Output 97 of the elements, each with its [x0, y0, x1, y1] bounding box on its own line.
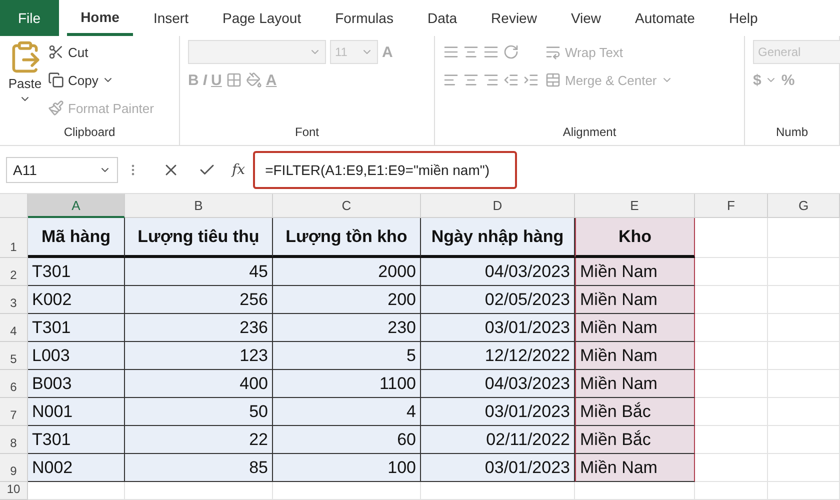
table-cell: 4	[273, 398, 421, 426]
table-cell: 60	[273, 426, 421, 454]
ribbon-tab[interactable]: View	[556, 0, 616, 36]
row-header[interactable]: 4	[0, 314, 28, 342]
table-cell	[768, 286, 840, 314]
column-header[interactable]: F	[695, 194, 768, 218]
table-cell: Miền Nam	[575, 286, 695, 314]
column-header[interactable]: E	[575, 194, 695, 218]
table-cell: 230	[273, 314, 421, 342]
table-cell: 5	[273, 342, 421, 370]
table-cell	[768, 482, 840, 500]
group-label: Alignment	[562, 124, 618, 141]
group-label: Font	[294, 124, 320, 141]
column-header[interactable]: B	[125, 194, 273, 218]
table-cell: Miền Nam	[575, 258, 695, 286]
table-cell: Miền Nam	[575, 370, 695, 398]
table-cell: 04/03/2023	[421, 258, 575, 286]
ribbon-tab[interactable]: Formulas	[321, 0, 408, 36]
table-cell: Lượng tiêu thụ	[125, 218, 273, 258]
table-cell: 85	[125, 454, 273, 482]
table-cell: 03/01/2023	[421, 398, 575, 426]
table-cell: K002	[28, 286, 125, 314]
copy-button[interactable]: Copy	[48, 68, 154, 92]
group-label: Clipboard	[62, 124, 116, 141]
table-cell: 02/05/2023	[421, 286, 575, 314]
ribbon-tab[interactable]: Page Layout	[208, 0, 316, 36]
table-cell: Ngày nhập hàng	[421, 218, 575, 258]
row-header[interactable]: 10	[0, 482, 28, 500]
row-header[interactable]: 9	[0, 454, 28, 482]
table-cell: Miền Bắc	[575, 426, 695, 454]
ribbon-tab[interactable]: Help	[714, 0, 772, 36]
row-header[interactable]: 7	[0, 398, 28, 426]
table-cell: 04/03/2023	[421, 370, 575, 398]
table-cell: 03/01/2023	[421, 454, 575, 482]
cut-button[interactable]: Cut	[48, 40, 154, 64]
table-cell: 1100	[273, 370, 421, 398]
table-cell: 123	[125, 342, 273, 370]
row-header[interactable]: 1	[0, 218, 28, 258]
table-cell: Kho	[575, 218, 695, 258]
table-cell: 256	[125, 286, 273, 314]
table-cell: N001	[28, 398, 125, 426]
ribbon-tab[interactable]: Automate	[621, 0, 709, 36]
table-cell: 200	[273, 286, 421, 314]
table-cell: Miền Nam	[575, 314, 695, 342]
table-cell: N002	[28, 454, 125, 482]
table-cell: 45	[125, 258, 273, 286]
column-header[interactable]: D	[421, 194, 575, 218]
ribbon-tab[interactable]: Insert	[139, 0, 202, 36]
table-cell: 50	[125, 398, 273, 426]
scissors-icon	[48, 44, 64, 60]
table-cell	[768, 258, 840, 286]
insert-function-button[interactable]: fx	[232, 162, 246, 178]
table-cell: 12/12/2022	[421, 342, 575, 370]
column-header[interactable]: A	[28, 194, 125, 218]
paintbrush-icon	[48, 100, 64, 116]
row-header[interactable]: 5	[0, 342, 28, 370]
row-header[interactable]: 3	[0, 286, 28, 314]
table-cell: 02/11/2022	[421, 426, 575, 454]
table-cell: 236	[125, 314, 273, 342]
ribbon-tab[interactable]: File	[0, 0, 59, 36]
row-header[interactable]: 8	[0, 426, 28, 454]
table-cell: T301	[28, 258, 125, 286]
column-header[interactable]: G	[768, 194, 840, 218]
formula-field[interactable]: =FILTER(A1:E9,E1:E9="miền nam")	[253, 150, 518, 188]
table-cell: Lượng tồn kho	[273, 218, 421, 258]
table-cell	[768, 218, 840, 258]
table-cell: 400	[125, 370, 273, 398]
table-cell	[768, 398, 840, 426]
row-header[interactable]: 2	[0, 258, 28, 286]
table-cell	[768, 314, 840, 342]
table-cell: Miền Nam	[575, 342, 695, 370]
table-cell: 100	[273, 454, 421, 482]
wrap-text-icon	[545, 44, 561, 60]
table-cell: 22	[125, 426, 273, 454]
table-cell: T301	[28, 426, 125, 454]
ribbon-tab[interactable]: Data	[413, 0, 472, 36]
table-cell: T301	[28, 314, 125, 342]
merge-cells-icon	[545, 72, 561, 88]
paste-button[interactable]: Paste	[8, 40, 42, 121]
table-cell	[768, 370, 840, 398]
table-cell	[768, 426, 840, 454]
table-cell: 2000	[273, 258, 421, 286]
table-cell: Miền Nam	[575, 454, 695, 482]
table-cell: Miền Bắc	[575, 398, 695, 426]
row-header[interactable]: 6	[0, 370, 28, 398]
ribbon-tab[interactable]: Review	[477, 0, 551, 36]
copy-icon	[48, 72, 64, 88]
table-cell: Mã hàng	[28, 218, 125, 258]
select-all-button[interactable]	[0, 194, 28, 218]
table-cell: B003	[28, 370, 125, 398]
table-cell: L003	[28, 342, 125, 370]
table-cell	[768, 342, 840, 370]
name-box[interactable]: A11	[6, 156, 118, 182]
table-cell: 03/01/2023	[421, 314, 575, 342]
group-label: Numb	[774, 124, 809, 141]
column-header[interactable]: C	[273, 194, 421, 218]
table-cell	[768, 454, 840, 482]
